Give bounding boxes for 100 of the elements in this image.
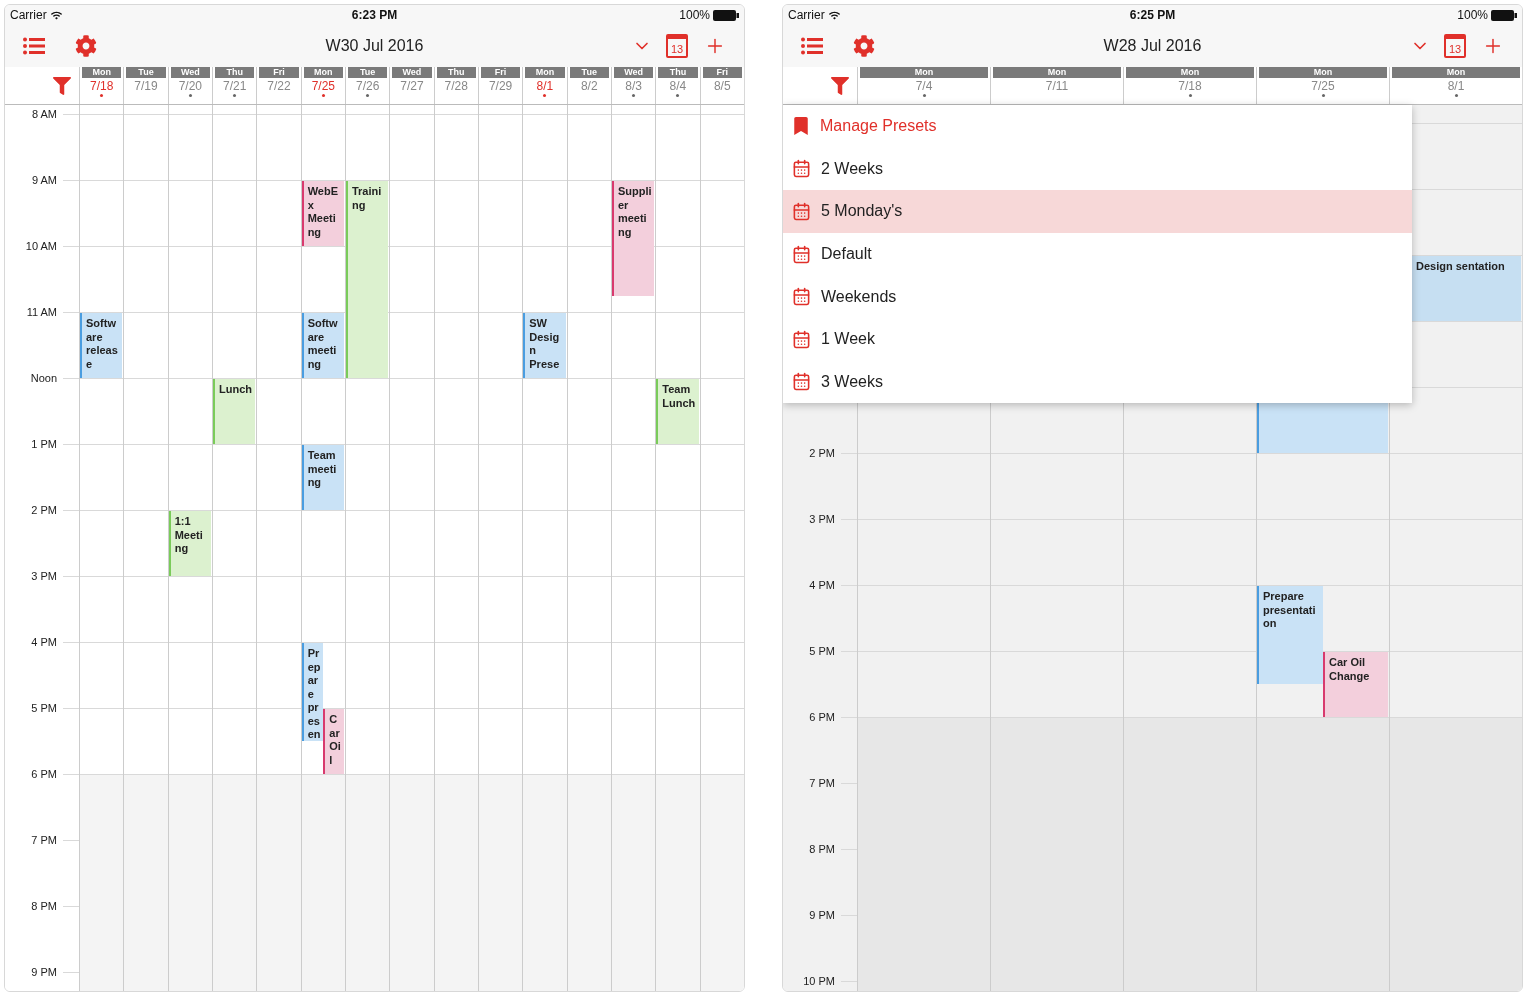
calendar-icon bbox=[792, 287, 811, 307]
time-label: 4 PM bbox=[809, 579, 835, 591]
date-label[interactable]: 7/29 bbox=[488, 78, 513, 94]
day-header[interactable]: Fri 8/5 bbox=[699, 67, 744, 104]
date-label[interactable]: 8/1 bbox=[1447, 78, 1465, 94]
calendar-today-icon[interactable]: 13 bbox=[666, 34, 688, 58]
weekday-label: Tue bbox=[569, 67, 609, 78]
calendar-event[interactable]: Car Oil Change bbox=[1323, 652, 1388, 717]
preset-menu-item[interactable]: 3 Weeks bbox=[783, 360, 1412, 404]
calendar-event[interactable]: Team meeting bbox=[301, 445, 344, 510]
calendar-event[interactable]: Team Lunch bbox=[656, 379, 699, 444]
day-header[interactable]: Thu 7/28 bbox=[433, 67, 478, 104]
menu-icon[interactable] bbox=[801, 37, 823, 55]
calendar-event[interactable]: SW Design Prese bbox=[523, 313, 566, 378]
date-label[interactable]: 7/27 bbox=[400, 78, 424, 94]
time-label: 9 AM bbox=[31, 174, 57, 186]
date-label[interactable]: 8/3 bbox=[625, 78, 642, 94]
calendar-event[interactable]: WebEx Meeting bbox=[301, 181, 344, 246]
weekday-label: Mon bbox=[303, 67, 343, 78]
calendar-day-number: 13 bbox=[670, 42, 684, 56]
weekday-label: Mon bbox=[1392, 67, 1520, 78]
calendar-event[interactable]: Prepare presen bbox=[301, 643, 324, 741]
menu-icon[interactable] bbox=[23, 37, 45, 55]
time-label: 6 PM bbox=[31, 768, 57, 780]
time-label: 4 PM bbox=[31, 636, 57, 648]
filter-icon[interactable] bbox=[53, 76, 71, 95]
weekday-label: Tue bbox=[126, 67, 166, 78]
preset-menu-item[interactable]: Default bbox=[783, 232, 1412, 276]
calendar-event[interactable]: Supplier meeting bbox=[611, 181, 655, 296]
wifi-icon bbox=[828, 9, 840, 21]
battery-percent: 100% bbox=[679, 7, 710, 24]
time-label: 5 PM bbox=[31, 702, 57, 714]
date-label[interactable]: 7/18 bbox=[1178, 78, 1202, 94]
preset-menu-item[interactable]: 2 Weeks bbox=[783, 147, 1412, 191]
time-label: 9 PM bbox=[31, 966, 57, 978]
date-label[interactable]: 7/20 bbox=[178, 78, 202, 94]
day-header[interactable]: Fri 7/22 bbox=[256, 67, 301, 104]
calendar-event[interactable]: Car Oil bbox=[323, 709, 344, 774]
bookmark-icon bbox=[792, 117, 810, 136]
time-label: 10 PM bbox=[803, 975, 835, 987]
time-label: 7 PM bbox=[809, 777, 835, 789]
calendar-event[interactable]: Lunch bbox=[213, 379, 256, 444]
time-label: 6 PM bbox=[809, 711, 835, 723]
weekday-label: Mon bbox=[82, 67, 122, 78]
calendar-icon bbox=[792, 329, 811, 349]
battery-icon bbox=[713, 9, 739, 21]
preset-menu-item[interactable]: 1 Week bbox=[783, 317, 1412, 361]
preset-menu-item[interactable]: Manage Presets bbox=[783, 105, 1412, 148]
calendar-icon bbox=[792, 244, 811, 264]
clock-time: 6:23 PM bbox=[351, 7, 398, 24]
date-label[interactable]: 7/18 bbox=[90, 78, 114, 94]
weekday-label: Thu bbox=[658, 67, 698, 78]
day-header[interactable]: Fri 7/29 bbox=[477, 67, 523, 104]
date-label[interactable]: 7/25 bbox=[1311, 78, 1335, 94]
time-label: 3 PM bbox=[809, 513, 835, 525]
preset-menu-item[interactable]: Weekends bbox=[783, 275, 1412, 318]
weekday-label: Wed bbox=[392, 67, 432, 78]
carrier-label: Carrier bbox=[788, 7, 825, 24]
day-header[interactable]: Mon 7/11 bbox=[990, 67, 1123, 104]
date-label[interactable]: 7/22 bbox=[267, 78, 291, 94]
date-label[interactable]: 7/21 bbox=[222, 78, 247, 94]
weekday-label: Fri bbox=[259, 67, 299, 78]
weekday-label: Mon bbox=[993, 67, 1121, 78]
date-label[interactable]: 8/4 bbox=[669, 78, 687, 94]
date-label[interactable]: 7/26 bbox=[355, 78, 380, 94]
calendar-event[interactable]: Training bbox=[345, 181, 389, 378]
date-label[interactable]: 7/25 bbox=[311, 78, 335, 94]
time-label: 7 PM bbox=[31, 834, 57, 846]
calendar-today-icon[interactable]: 13 bbox=[1444, 34, 1466, 58]
filter-icon[interactable] bbox=[831, 76, 849, 95]
preset-menu-item[interactable]: 5 Monday's bbox=[783, 190, 1412, 233]
calendar-event[interactable]: Software release bbox=[80, 313, 123, 378]
date-label[interactable]: 8/2 bbox=[580, 78, 598, 94]
clock-time: 6:25 PM bbox=[1129, 7, 1176, 24]
weekday-label: Wed bbox=[170, 67, 210, 78]
weekday-label: Tue bbox=[347, 67, 388, 78]
weekday-label: Mon bbox=[1259, 67, 1387, 78]
weekday-label: Fri bbox=[480, 67, 521, 78]
day-header[interactable]: Wed 7/27 bbox=[389, 67, 434, 104]
weekday-label: Wed bbox=[613, 67, 654, 78]
settings-icon[interactable] bbox=[853, 35, 875, 57]
time-label: 10 AM bbox=[25, 240, 57, 252]
weekday-label: Mon bbox=[1126, 67, 1254, 78]
date-label[interactable]: 8/5 bbox=[713, 78, 731, 94]
date-label[interactable]: 7/28 bbox=[444, 78, 468, 94]
date-label[interactable]: 7/4 bbox=[915, 78, 933, 94]
time-label: 9 PM bbox=[809, 909, 835, 921]
date-label[interactable]: 8/1 bbox=[536, 78, 554, 94]
calendar-event[interactable]: Prepare presentation bbox=[1257, 586, 1323, 684]
date-label[interactable]: 7/11 bbox=[1045, 78, 1069, 94]
settings-icon[interactable] bbox=[75, 35, 97, 57]
time-label: 1 PM bbox=[31, 438, 57, 450]
day-header[interactable]: Tue 7/19 bbox=[123, 67, 168, 104]
date-label[interactable]: 7/19 bbox=[134, 78, 158, 94]
day-header[interactable]: Tue 8/2 bbox=[566, 67, 611, 104]
calendar-event[interactable]: 1:1 Meeting bbox=[168, 511, 211, 576]
time-label: 2 PM bbox=[809, 447, 835, 459]
battery-icon bbox=[1491, 9, 1517, 21]
wifi-icon bbox=[50, 9, 62, 21]
calendar-event[interactable]: Software meeting bbox=[301, 313, 344, 378]
